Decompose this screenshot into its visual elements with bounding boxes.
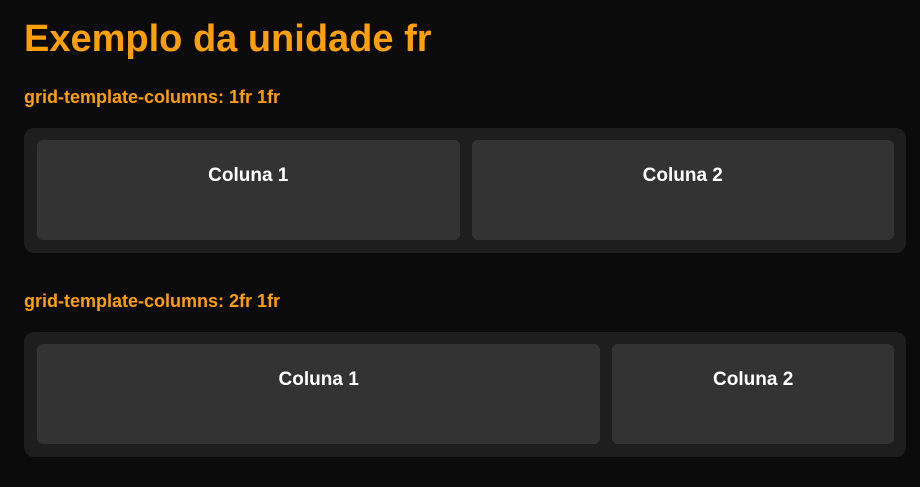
page: Exemplo da unidade fr grid-template-colu… — [0, 0, 920, 487]
grid-cell-column-2: Coluna 2 — [612, 344, 894, 444]
grid-cell-column-1: Coluna 1 — [37, 140, 460, 240]
grid-container-2fr-1fr: Coluna 1 Coluna 2 — [24, 332, 906, 457]
grid-cell-column-1: Coluna 1 — [37, 344, 601, 444]
section-heading-2fr-1fr: grid-template-columns: 2fr 1fr — [24, 291, 281, 311]
grid-container-1fr-1fr: Coluna 1 Coluna 2 — [24, 128, 906, 253]
section-heading-1fr-1fr: grid-template-columns: 1fr 1fr — [24, 87, 281, 107]
grid-cell-column-2: Coluna 2 — [471, 140, 894, 240]
page-title: Exemplo da unidade fr — [24, 18, 432, 60]
